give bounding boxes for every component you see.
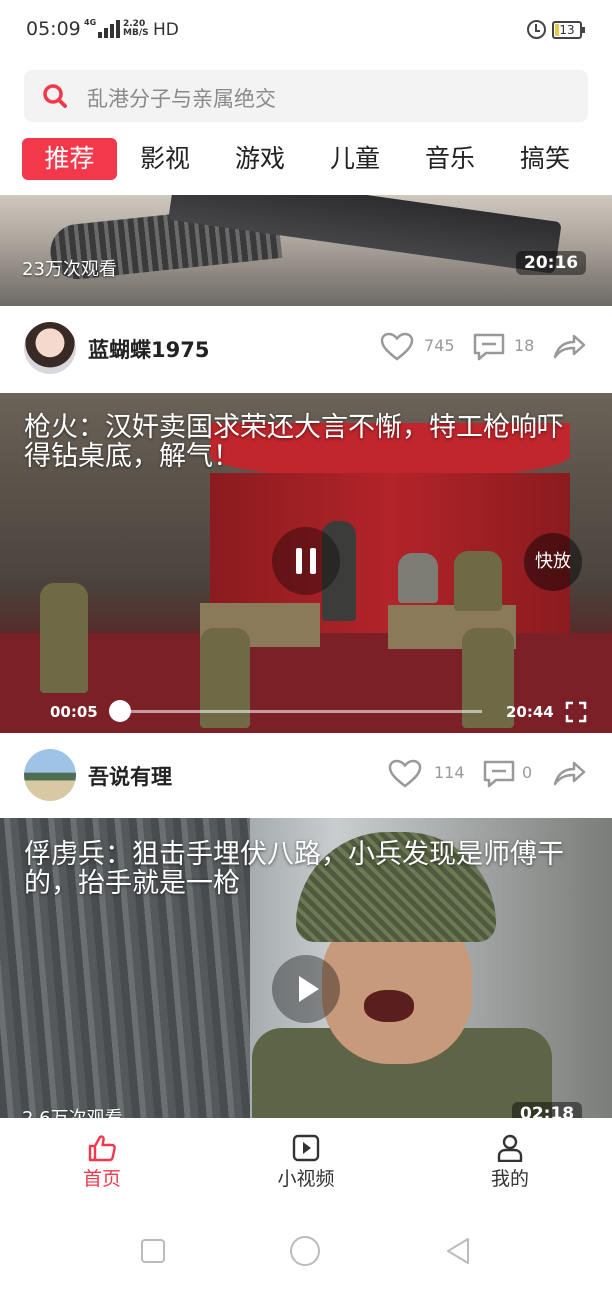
hd-indicator: HD: [153, 20, 179, 40]
user-icon: [497, 1134, 523, 1162]
tab-games[interactable]: 游戏: [225, 138, 295, 180]
status-bar: 05:09 4G 2.20 MB/S HD 13: [0, 0, 612, 62]
progress-knob[interactable]: [109, 700, 131, 722]
tab-movies[interactable]: 影视: [130, 138, 200, 180]
author-name[interactable]: 蓝蝴蝶1975: [88, 334, 209, 364]
video-title: 俘虏兵：狙击手埋伏八路，小兵发现是师傅干的，抬手就是一枪: [24, 839, 564, 899]
battery-icon: 13: [552, 21, 585, 39]
nav-profile[interactable]: 我的: [450, 1134, 570, 1191]
fast-play-button[interactable]: 快放: [524, 533, 582, 591]
nav-home[interactable]: 首页: [42, 1134, 162, 1191]
share-icon[interactable]: [552, 332, 586, 362]
comment-count: 18: [514, 336, 535, 355]
back-icon[interactable]: [444, 1236, 472, 1266]
heart-icon[interactable]: [388, 759, 422, 789]
tab-recommend[interactable]: 推荐: [22, 138, 117, 180]
network-speed: 2.20 MB/S: [123, 19, 149, 38]
current-time: 00:05: [50, 703, 98, 721]
tab-music[interactable]: 音乐: [415, 138, 485, 180]
recent-apps-icon[interactable]: [140, 1238, 166, 1264]
total-time: 20:44: [506, 703, 554, 721]
author-row: 蓝蝴蝶1975 745 18: [0, 306, 612, 390]
search-placeholder: 乱港分子与亲属绝交: [87, 87, 276, 111]
comment-count: 0: [522, 763, 533, 782]
play-button[interactable]: [272, 955, 340, 1023]
nav-label: 首页: [82, 1168, 121, 1190]
nav-label: 小视频: [277, 1168, 335, 1190]
tab-funny[interactable]: 搞笑: [510, 138, 580, 180]
avatar[interactable]: [24, 749, 76, 801]
system-nav-bar: [0, 1200, 612, 1292]
bottom-nav: 首页 小视频 我的: [0, 1118, 612, 1200]
video-duration: 02:18: [512, 1102, 583, 1118]
tab-kids[interactable]: 儿童: [320, 138, 390, 180]
alarm-icon: [527, 20, 546, 39]
fullscreen-icon[interactable]: [565, 701, 587, 723]
video-thumbnail[interactable]: 俘虏兵：狙击手埋伏八路，小兵发现是师傅干的，抬手就是一枪 2.6万次观看 02:…: [0, 818, 612, 1118]
search-input[interactable]: 乱港分子与亲属绝交: [24, 70, 588, 122]
like-count: 114: [434, 763, 465, 782]
heart-icon[interactable]: [380, 332, 414, 362]
comment-icon[interactable]: [482, 759, 516, 789]
comment-icon[interactable]: [472, 332, 506, 362]
nav-label: 我的: [490, 1168, 529, 1190]
video-title: 枪火：汉奸卖国求荣还大言不惭，特工枪响吓得钻桌底，解气！: [24, 412, 564, 472]
video-player[interactable]: 枪火：汉奸卖国求荣还大言不惭，特工枪响吓得钻桌底，解气！ 快放 00:05 20…: [0, 393, 612, 733]
nav-short-video[interactable]: 小视频: [246, 1134, 366, 1191]
share-icon[interactable]: [552, 759, 586, 789]
author-row: 吾说有理 114 0: [0, 733, 612, 817]
like-count: 745: [424, 336, 455, 355]
network-type: 4G: [84, 18, 97, 27]
view-count: 2.6万次观看: [22, 1104, 123, 1118]
pause-button[interactable]: [272, 527, 340, 595]
avatar[interactable]: [24, 322, 76, 374]
signal-icon: 4G: [84, 18, 120, 40]
thumbs-up-icon: [88, 1135, 116, 1162]
view-count: 23万次观看: [22, 259, 117, 280]
status-time: 05:09: [26, 18, 81, 40]
video-duration: 20:16: [516, 251, 587, 275]
author-name[interactable]: 吾说有理: [88, 761, 172, 791]
category-tabs: 推荐 影视 游戏 儿童 音乐 搞笑: [22, 138, 596, 182]
video-thumbnail[interactable]: 23万次观看 20:16: [0, 195, 612, 306]
search-icon: [43, 84, 67, 108]
progress-bar[interactable]: [109, 700, 482, 722]
home-icon[interactable]: [289, 1235, 321, 1267]
play-square-icon: [292, 1134, 320, 1162]
